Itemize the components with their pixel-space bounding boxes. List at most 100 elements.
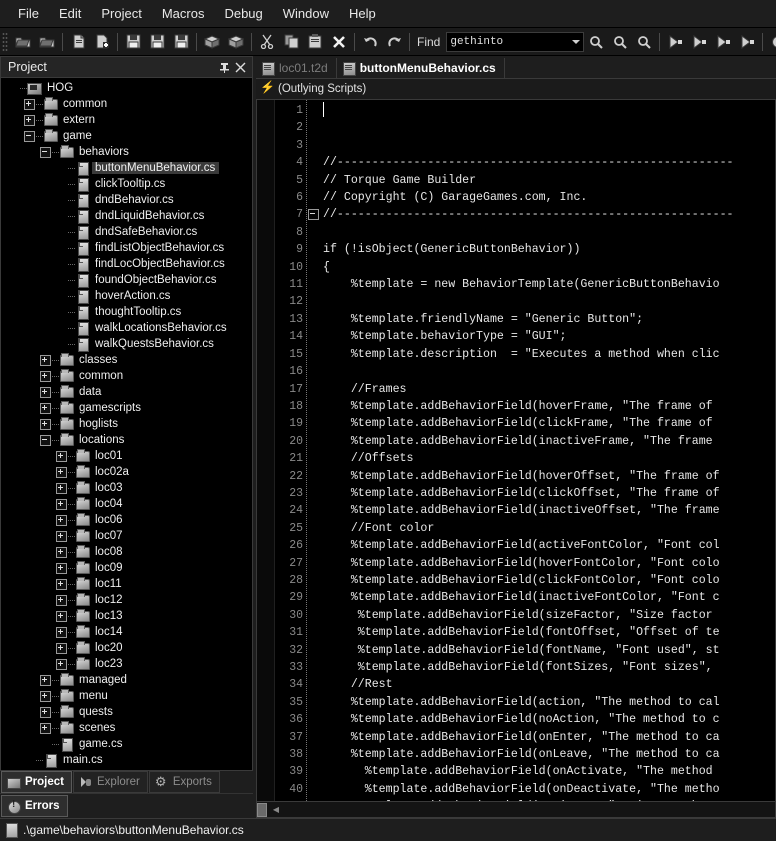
tree-folder-gamescripts[interactable]: gamescripts	[1, 400, 252, 416]
expand-icon[interactable]	[39, 386, 52, 399]
add-breakpoint-icon[interactable]	[663, 31, 687, 53]
expand-icon[interactable]	[39, 354, 52, 367]
tree-folder-loc03[interactable]: loc03	[1, 480, 252, 496]
find-in-files-icon[interactable]	[632, 31, 656, 53]
tree-folder-classes[interactable]: classes	[1, 352, 252, 368]
tree-file-dndsafebehavior-cs[interactable]: dndSafeBehavior.cs	[1, 224, 252, 240]
find-previous-icon[interactable]	[584, 31, 608, 53]
document-tab-buttonmenubehavior-cs[interactable]: buttonMenuBehavior.cs	[336, 58, 505, 78]
tree-file-hog[interactable]: HOG	[1, 80, 252, 96]
expand-icon[interactable]	[55, 642, 68, 655]
step-out-icon[interactable]	[687, 31, 711, 53]
tree-file-foundobjectbehavior-cs[interactable]: foundObjectBehavior.cs	[1, 272, 252, 288]
package-icon[interactable]	[200, 31, 224, 53]
tree-file-buttonmenubehavior-cs[interactable]: buttonMenuBehavior.cs	[1, 160, 252, 176]
add-file-icon[interactable]	[90, 31, 114, 53]
tree-folder-common[interactable]: common	[1, 368, 252, 384]
dock-tab-project[interactable]: Project	[1, 771, 72, 793]
menu-item-project[interactable]: Project	[91, 2, 151, 25]
expand-icon[interactable]	[39, 402, 52, 415]
document-tab-loc01-t2d[interactable]: loc01.t2d	[256, 58, 337, 78]
collapse-icon[interactable]	[39, 146, 52, 159]
menu-item-help[interactable]: Help	[339, 2, 386, 25]
tree-file-thoughttooltip-cs[interactable]: thoughtTooltip.cs	[1, 304, 252, 320]
tree-folder-hoglists[interactable]: hoglists	[1, 416, 252, 432]
expand-icon[interactable]	[23, 114, 36, 127]
tree-folder-data[interactable]: data	[1, 384, 252, 400]
expand-icon[interactable]	[39, 370, 52, 383]
expand-icon[interactable]	[55, 658, 68, 671]
menu-item-file[interactable]: File	[8, 2, 49, 25]
tree-folder-behaviors[interactable]: behaviors	[1, 144, 252, 160]
tree-folder-loc13[interactable]: loc13	[1, 608, 252, 624]
tree-folder-menu[interactable]: menu	[1, 688, 252, 704]
save-all-icon[interactable]	[169, 31, 193, 53]
tree-folder-loc01[interactable]: loc01	[1, 448, 252, 464]
close-icon[interactable]	[232, 59, 248, 75]
tree-folder-extern[interactable]: extern	[1, 112, 252, 128]
scrollbar-thumb[interactable]	[257, 803, 267, 817]
tree-folder-loc09[interactable]: loc09	[1, 560, 252, 576]
editor-horizontal-scrollbar[interactable]: ◀	[256, 802, 776, 818]
tree-folder-common[interactable]: common	[1, 96, 252, 112]
tree-folder-loc07[interactable]: loc07	[1, 528, 252, 544]
tree-folder-loc08[interactable]: loc08	[1, 544, 252, 560]
tree-folder-scenes[interactable]: scenes	[1, 720, 252, 736]
paste-icon[interactable]	[303, 31, 327, 53]
tree-folder-game[interactable]: game	[1, 128, 252, 144]
tree-file-clicktooltip-cs[interactable]: clickTooltip.cs	[1, 176, 252, 192]
expand-icon[interactable]	[55, 482, 68, 495]
expand-icon[interactable]	[55, 498, 68, 511]
tree-file-findlocobjectbehavior-cs[interactable]: findLocObjectBehavior.cs	[1, 256, 252, 272]
save-as-icon[interactable]	[145, 31, 169, 53]
tree-folder-loc11[interactable]: loc11	[1, 576, 252, 592]
tree-file-dndbehavior-cs[interactable]: dndBehavior.cs	[1, 192, 252, 208]
tree-folder-loc06[interactable]: loc06	[1, 512, 252, 528]
tree-folder-locations[interactable]: locations	[1, 432, 252, 448]
delete-icon[interactable]	[327, 31, 351, 53]
tree-folder-loc20[interactable]: loc20	[1, 640, 252, 656]
package-refresh-icon[interactable]	[224, 31, 248, 53]
expand-icon[interactable]	[55, 562, 68, 575]
tree-file-walkquestsbehavior-cs[interactable]: walkQuestsBehavior.cs	[1, 336, 252, 352]
expand-icon[interactable]	[39, 674, 52, 687]
expand-icon[interactable]	[39, 722, 52, 735]
copy-icon[interactable]	[279, 31, 303, 53]
toolbar-grip[interactable]	[2, 31, 8, 52]
menu-item-window[interactable]: Window	[273, 2, 339, 25]
expand-icon[interactable]	[55, 450, 68, 463]
tree-file-walklocationsbehavior-cs[interactable]: walkLocationsBehavior.cs	[1, 320, 252, 336]
scroll-left-arrow[interactable]: ◀	[269, 803, 283, 816]
tree-file-game-cs[interactable]: game.cs	[1, 736, 252, 752]
menu-item-macros[interactable]: Macros	[152, 2, 215, 25]
tree-file-hoveraction-cs[interactable]: hoverAction.cs	[1, 288, 252, 304]
expand-icon[interactable]	[55, 594, 68, 607]
cut-icon[interactable]	[255, 31, 279, 53]
tree-folder-loc12[interactable]: loc12	[1, 592, 252, 608]
find-dropdown-arrow[interactable]	[569, 34, 583, 50]
expand-icon[interactable]	[39, 418, 52, 431]
expand-icon[interactable]	[39, 706, 52, 719]
menu-item-debug[interactable]: Debug	[214, 2, 272, 25]
dock-tab-errors[interactable]: Errors	[1, 795, 68, 817]
tree-folder-loc23[interactable]: loc23	[1, 656, 252, 672]
step-over-icon[interactable]	[735, 31, 759, 53]
save-icon[interactable]	[121, 31, 145, 53]
expand-icon[interactable]	[55, 626, 68, 639]
breakpoint-margin[interactable]	[257, 100, 275, 801]
tree-file-findlistobjectbehavior-cs[interactable]: findListObjectBehavior.cs	[1, 240, 252, 256]
open-file-icon[interactable]	[35, 31, 59, 53]
expand-icon[interactable]	[23, 98, 36, 111]
step-into-icon[interactable]	[711, 31, 735, 53]
dock-tab-explorer[interactable]: Explorer	[73, 771, 148, 793]
run-game-icon[interactable]	[766, 31, 776, 53]
code-text-area[interactable]: //--------------------------------------…	[319, 100, 775, 801]
collapse-icon[interactable]	[39, 434, 52, 447]
tree-folder-loc02a[interactable]: loc02a	[1, 464, 252, 480]
project-tree[interactable]: HOG common extern game behaviors buttonMenuBe…	[0, 77, 253, 771]
expand-icon[interactable]	[55, 610, 68, 623]
tree-folder-managed[interactable]: managed	[1, 672, 252, 688]
code-editor[interactable]: 1 2 3 4 5 6 7 8 9 10 11 12 13 14 15 16 17 18 19 20 21 22 23 24 2…	[256, 100, 776, 802]
dock-tab-exports[interactable]: Exports	[148, 771, 220, 793]
find-box[interactable]	[446, 31, 585, 52]
